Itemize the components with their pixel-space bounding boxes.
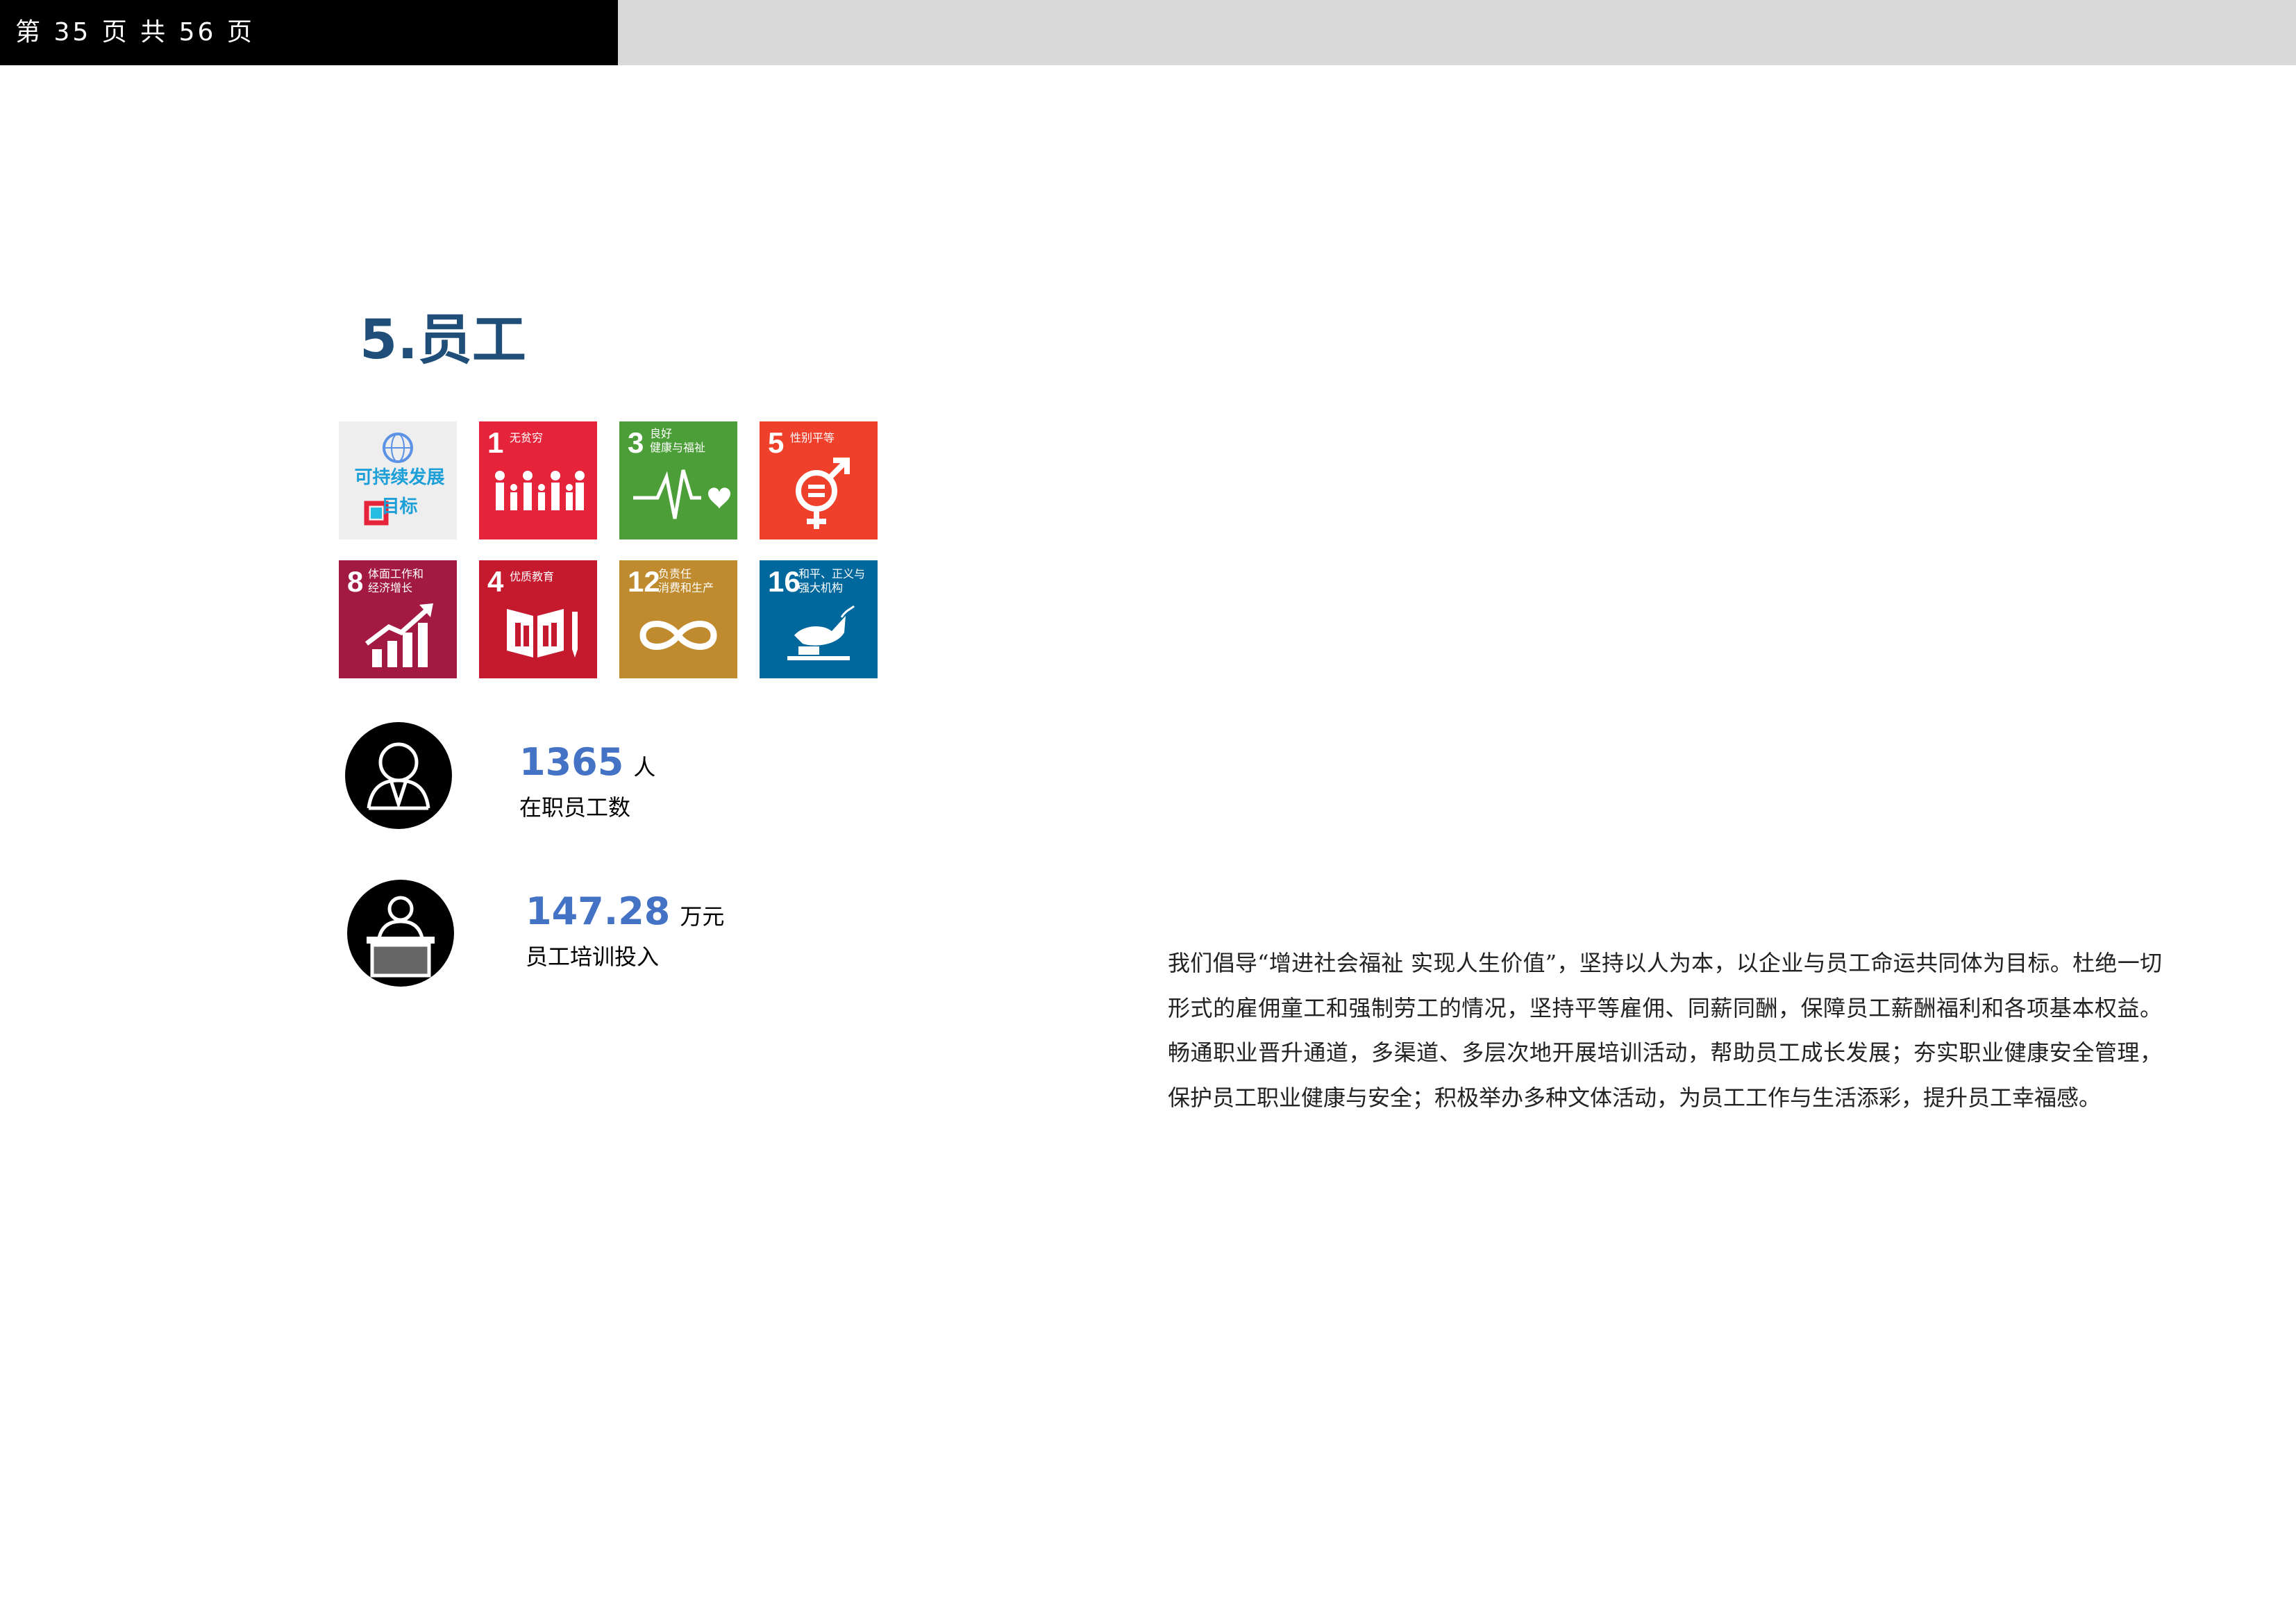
page-indicator: 第 35 页 共 56 页 <box>15 18 255 47</box>
header-bar-gray <box>618 0 2296 65</box>
sdg-tile-16: 16 和平、正义与 强大机构 <box>760 560 878 678</box>
stat-training-label: 员工培训投入 <box>526 944 660 970</box>
growth-chart-icon <box>364 603 433 667</box>
gender-equality-icon <box>796 458 850 529</box>
family-people-icon <box>495 471 585 510</box>
stat-employees-value: 1365 人 <box>519 738 655 796</box>
stat-value-unit: 万元 <box>680 903 725 930</box>
stat-employees-label: 在职员工数 <box>519 794 631 821</box>
employee-person-icon <box>345 722 452 829</box>
book-pencil-icon <box>507 609 578 658</box>
stat-value-unit: 人 <box>633 754 656 780</box>
sdg-tile-8: 8 体面工作和 经济增长 <box>339 560 457 678</box>
sdg-tile-1: 1 无贫穷 <box>479 421 597 539</box>
heartbeat-icon <box>633 469 730 519</box>
sdg-tile-12: 12 负责任 消费和生产 <box>619 560 737 678</box>
trainer-podium-icon <box>347 880 454 987</box>
sdg-tile-logo: 可持续发展 目标 <box>339 421 457 539</box>
sdg-tile-5: 5 性别平等 <box>760 421 878 539</box>
sdg-grid: 可持续发展 目标 1 无贫穷 3 良好 健康与福祉 5 性别平等 8 体面工作和… <box>339 421 878 678</box>
sdg-tile-3: 3 良好 健康与福祉 <box>619 421 737 539</box>
sdg-logo-label: 可持续发展 目标 <box>354 467 445 517</box>
dove-gavel-icon <box>787 605 855 660</box>
header-bar: 第 35 页 共 56 页 <box>0 0 618 65</box>
infinity-icon <box>639 621 717 650</box>
stat-training-value: 147.28 万元 <box>526 887 724 945</box>
section-title: 5.员工 <box>360 309 526 371</box>
sdg-tile-4: 4 优质教育 <box>479 560 597 678</box>
stat-value-number: 1365 <box>519 740 624 784</box>
body-paragraph: 我们倡导“增进社会福祉 实现人生价值”，坚持以人为本，以企业与员工命运共同体为目… <box>1168 950 2162 1111</box>
stat-value-number: 147.28 <box>526 889 671 933</box>
